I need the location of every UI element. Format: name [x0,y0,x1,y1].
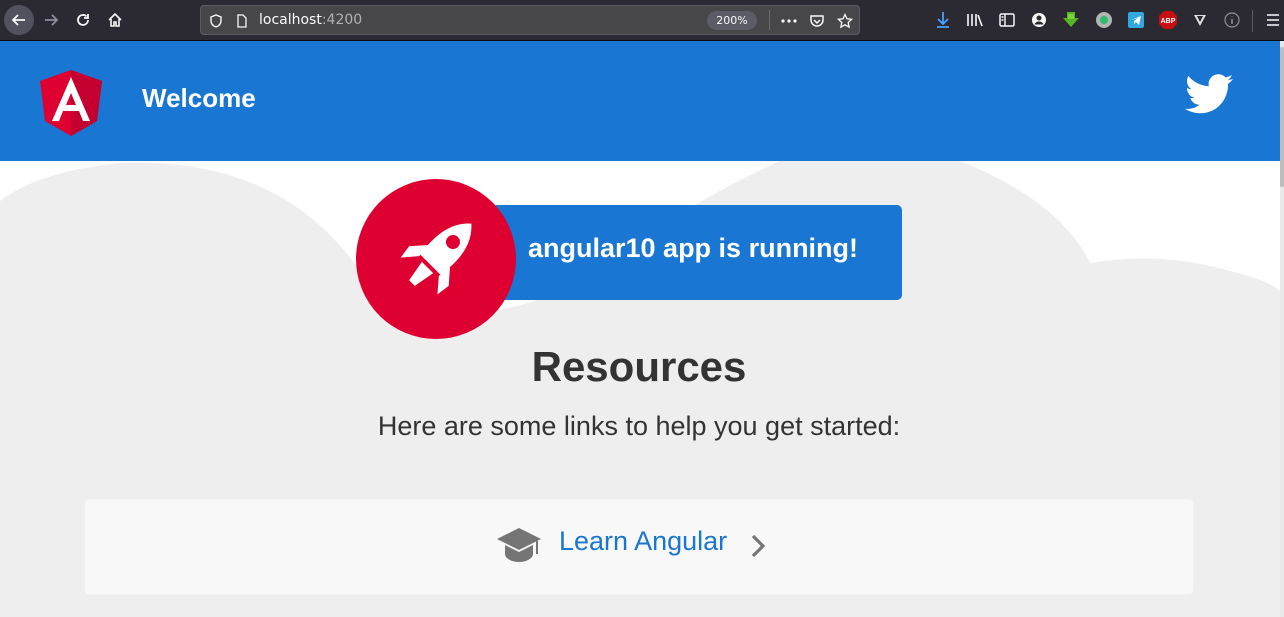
account-icon[interactable] [1028,9,1050,31]
graduation-cap-icon [497,528,541,562]
rocket-badge [356,179,516,339]
info-icon[interactable] [1221,9,1243,31]
page-scrollbar[interactable] [1280,41,1284,617]
download-icon[interactable] [932,9,954,31]
url-port: :4200 [321,12,363,28]
angular-logo-icon[interactable] [40,70,102,136]
browser-toolbar: localhost:4200 200% ABP [0,0,1284,41]
home-icon [108,12,122,27]
star-icon[interactable] [835,11,855,31]
zoom-indicator[interactable]: 200% [707,11,757,30]
reload-button[interactable] [68,5,98,35]
sidebar-icon[interactable] [996,9,1018,31]
abp-label: ABP [1161,18,1176,25]
menu-icon[interactable] [1262,9,1284,31]
shield-icon[interactable] [206,11,226,31]
url-text[interactable]: localhost:4200 [259,12,362,28]
pocket-icon[interactable] [807,11,827,31]
forward-arrow-icon [45,14,59,26]
chevron-right-icon [751,534,766,558]
telegram-icon[interactable] [1125,9,1147,31]
status-banner-text: angular10 app is running! [528,233,859,263]
forward-button[interactable] [36,5,66,35]
library-icon[interactable] [964,9,986,31]
url-bar[interactable]: localhost:4200 200% [200,5,860,35]
resources-subtitle: Here are some links to help you get star… [377,411,901,441]
rocket-icon [400,223,472,295]
toolbar-title: Welcome [142,83,256,113]
extension-icon[interactable] [1093,9,1115,31]
reload-icon [77,14,89,26]
more-icon[interactable] [779,11,799,31]
twitter-icon[interactable] [1185,74,1233,114]
home-button[interactable] [100,5,130,35]
scrollbar-thumb[interactable] [1280,47,1284,187]
extension-icon[interactable] [1060,9,1082,31]
learn-angular-link[interactable]: Learn Angular [559,526,727,557]
url-separator [769,10,770,30]
abp-icon[interactable]: ABP [1157,9,1179,31]
back-arrow-icon [11,14,25,26]
page-viewport: Welcome angular10 app is running! Resour… [0,41,1280,617]
resources-heading: Resources [531,343,747,390]
toolbar-separator [1252,10,1253,32]
app-toolbar: Welcome [0,41,1280,161]
url-host: localhost [259,12,322,28]
back-button[interactable] [4,5,34,35]
page-icon[interactable] [232,11,252,31]
vimium-icon[interactable] [1189,9,1211,31]
